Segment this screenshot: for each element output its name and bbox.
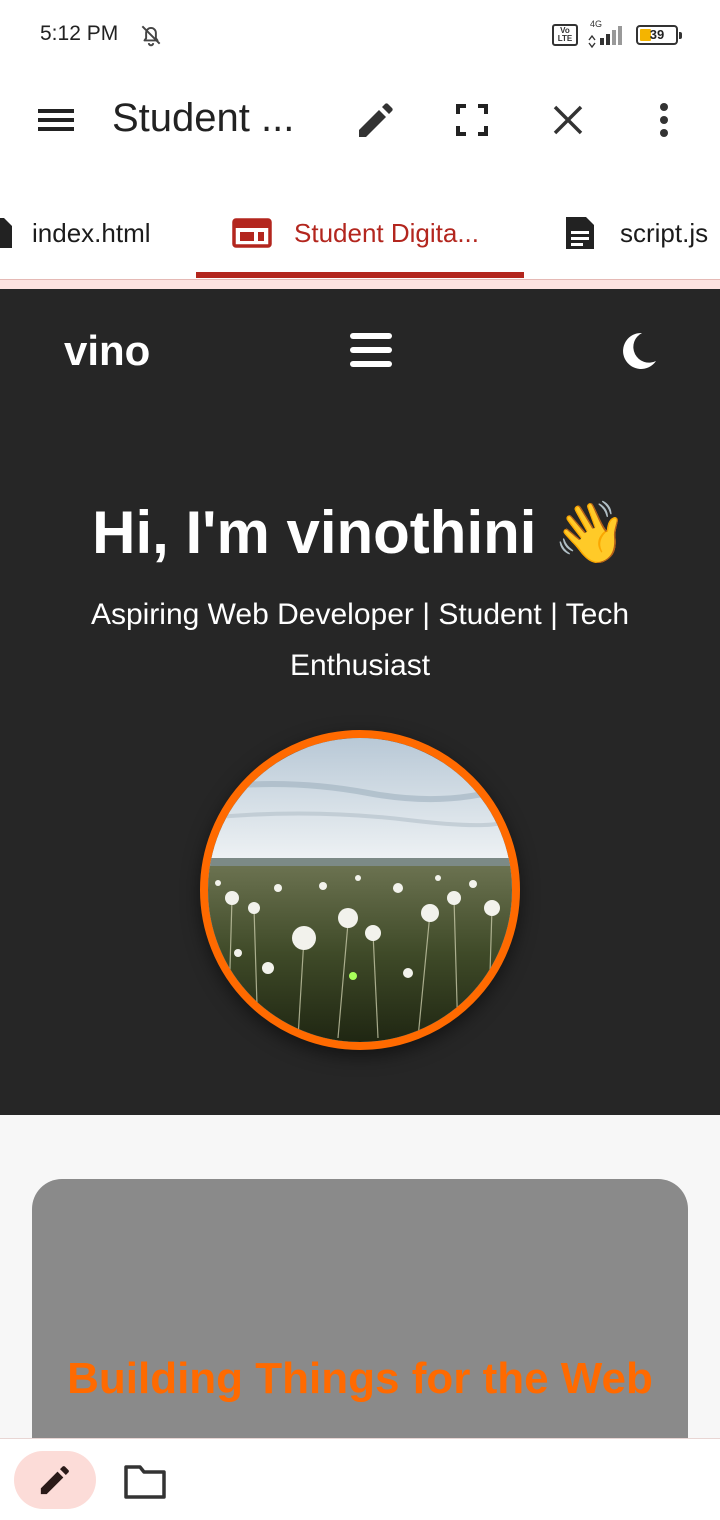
active-tab-indicator <box>196 272 524 278</box>
page-title[interactable]: Student ... <box>112 98 294 138</box>
tab-label: Student Digita... <box>294 217 479 248</box>
tab-label: script.js <box>620 217 709 248</box>
moon-icon[interactable] <box>618 331 658 371</box>
hero-title: Hi, I'm vinothini 👋 <box>92 499 628 566</box>
site-logo[interactable]: vino <box>64 327 150 375</box>
menu-icon[interactable] <box>32 96 80 144</box>
battery-icon: 39 <box>636 25 682 45</box>
close-icon[interactable] <box>544 96 592 144</box>
status-time: 5:12 PM <box>40 22 119 45</box>
folder-icon[interactable] <box>122 1461 168 1501</box>
bell-off-icon <box>141 25 161 47</box>
tab-student-digital[interactable]: Student Digita... <box>232 186 479 280</box>
tab-index-html[interactable]: index.html <box>0 186 151 280</box>
card-title: Building Things for the Web <box>67 1354 653 1403</box>
tab-label: index.html <box>32 217 151 248</box>
document-icon <box>566 217 594 249</box>
volte-icon: Vo LTE <box>552 24 578 46</box>
dandelion-field-image <box>208 738 512 1042</box>
edit-mode-button[interactable] <box>14 1451 96 1509</box>
file-icon <box>0 218 12 248</box>
signal-icon: 4G <box>588 19 622 48</box>
status-bar: 5:12 PM Vo LTE 4G 39 <box>0 0 720 70</box>
hero-section: vino Hi, I'm vinothini 👋 Aspiring Web De… <box>0 289 720 1115</box>
network-type: 4G <box>590 19 602 29</box>
tab-script-js[interactable]: script.js <box>562 186 708 280</box>
bottom-bar <box>0 1438 720 1520</box>
web-preview: vino Hi, I'm vinothini 👋 Aspiring Web De… <box>0 289 720 1438</box>
battery-level: 39 <box>649 27 665 42</box>
tab-divider <box>0 279 720 289</box>
edit-icon[interactable] <box>352 96 400 144</box>
app-toolbar <box>0 70 720 170</box>
fullscreen-icon[interactable] <box>448 96 496 144</box>
site-menu-icon[interactable] <box>350 331 392 369</box>
profile-photo <box>200 730 520 1050</box>
intro-card: Building Things for the Web <box>32 1179 688 1438</box>
file-tabs: index.html Student Digita... script.js <box>0 186 720 280</box>
edit-icon <box>40 1466 69 1495</box>
more-vert-icon[interactable] <box>640 96 688 144</box>
web-preview-icon <box>232 218 272 248</box>
hero-subtitle: Aspiring Web Developer | Student | Tech … <box>90 598 630 682</box>
